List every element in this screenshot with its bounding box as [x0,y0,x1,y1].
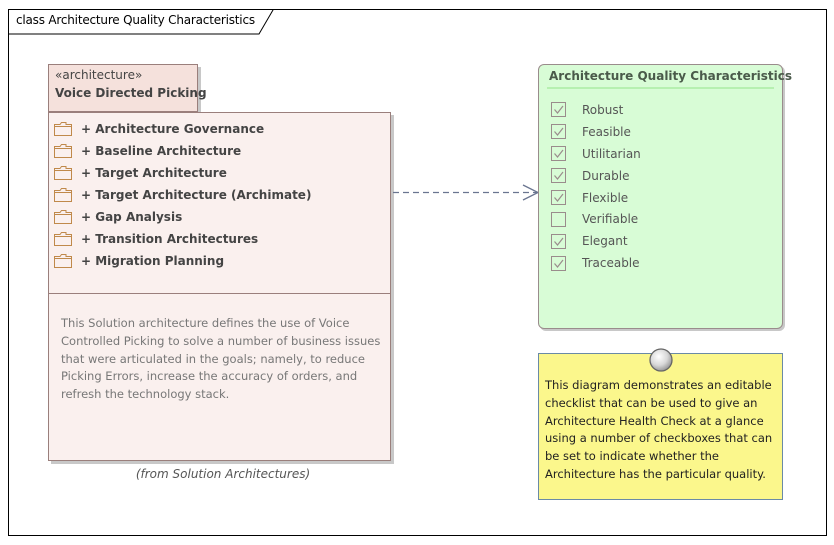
package-item-label: + Transition Architectures [81,232,259,246]
folder-icon [54,144,72,158]
checkmark-icon [554,193,564,202]
checkmark-icon [554,237,564,246]
checklist-item[interactable]: Traceable [551,252,641,274]
checklist-title: Architecture Quality Characteristics [549,69,793,83]
checklist-item[interactable]: Durable [551,165,641,187]
package-item[interactable]: + Baseline Architecture [53,140,311,162]
checklist-item-label: Utilitarian [582,146,641,161]
checkbox[interactable] [551,255,566,271]
checklist-item[interactable]: Feasible [551,121,641,143]
package-item-label: + Migration Planning [81,254,225,268]
checkbox[interactable] [551,190,566,205]
package-item[interactable]: + Target Architecture (Archimate) [53,184,311,206]
checkbox[interactable] [551,233,566,249]
checkmark-icon [554,127,564,137]
checklist-item-label: Robust [582,102,624,117]
checklist-items: Robust Feasible Utilitarian Durable Flex… [551,99,641,274]
folder-icon [54,210,72,224]
note-element[interactable]: This diagram demonstrates an editable ch… [538,353,783,500]
checklist-item[interactable]: Utilitarian [551,143,641,165]
folder-icon [54,166,72,180]
checkbox[interactable] [551,168,566,184]
pin-icon [649,348,673,372]
checkmark-icon [554,259,564,268]
package-item[interactable]: + Gap Analysis [53,206,311,228]
folder-icon [54,122,72,136]
folder-icon [54,232,72,246]
package-compartment-divider [49,293,390,294]
package-contents: + Architecture Governance + Baseline Arc… [53,118,311,272]
checklist-item-label: Durable [582,168,630,183]
checkbox[interactable] [551,211,566,227]
quality-checklist[interactable]: Architecture Quality Characteristics Rob… [538,64,792,329]
package-stereotype: «architecture» [55,68,143,82]
checkmark-icon [554,149,564,159]
package-item-label: + Gap Analysis [81,210,183,224]
checklist-item-label: Elegant [582,234,628,249]
dependency-connector[interactable] [393,184,541,202]
checklist-item[interactable]: Flexible [551,187,641,209]
package-item[interactable]: + Transition Architectures [53,228,311,250]
checklist-item[interactable]: Elegant [551,230,641,252]
checklist-title-rule [547,87,774,89]
checklist-item[interactable]: Verifiable [551,208,641,230]
package-item-label: + Target Architecture (Archimate) [81,188,312,202]
folder-icon [54,254,72,268]
package-notes: This Solution architecture defines the u… [61,316,381,402]
package-item[interactable]: + Migration Planning [53,250,311,272]
checkbox[interactable] [551,102,566,118]
checkmark-icon [554,171,564,181]
package-item[interactable]: + Architecture Governance [53,118,311,140]
package-item-label: + Architecture Governance [81,122,265,136]
diagram-title: class Architecture Quality Characteristi… [16,13,255,27]
checklist-item-label: Traceable [582,256,640,271]
note-text: This diagram demonstrates an editable ch… [545,378,773,481]
checkbox[interactable] [551,146,566,162]
checkmark-icon [554,106,564,115]
package-source-label: (from Solution Architectures) [135,467,311,481]
package-item-label: + Baseline Architecture [81,144,242,158]
checklist-item[interactable]: Robust [551,99,641,121]
folder-icon [54,188,72,202]
checklist-item-label: Feasible [582,124,631,139]
package-name: Voice Directed Picking [55,86,207,100]
package-item-label: + Target Architecture [81,166,227,180]
package-tab[interactable]: «architecture» Voice Directed Picking [48,64,207,112]
package-element[interactable]: + Architecture Governance + Baseline Arc… [48,112,391,461]
checklist-item-label: Flexible [582,190,629,205]
package-item[interactable]: + Target Architecture [53,162,311,184]
checklist-item-label: Verifiable [582,212,639,227]
checkbox[interactable] [551,124,566,140]
